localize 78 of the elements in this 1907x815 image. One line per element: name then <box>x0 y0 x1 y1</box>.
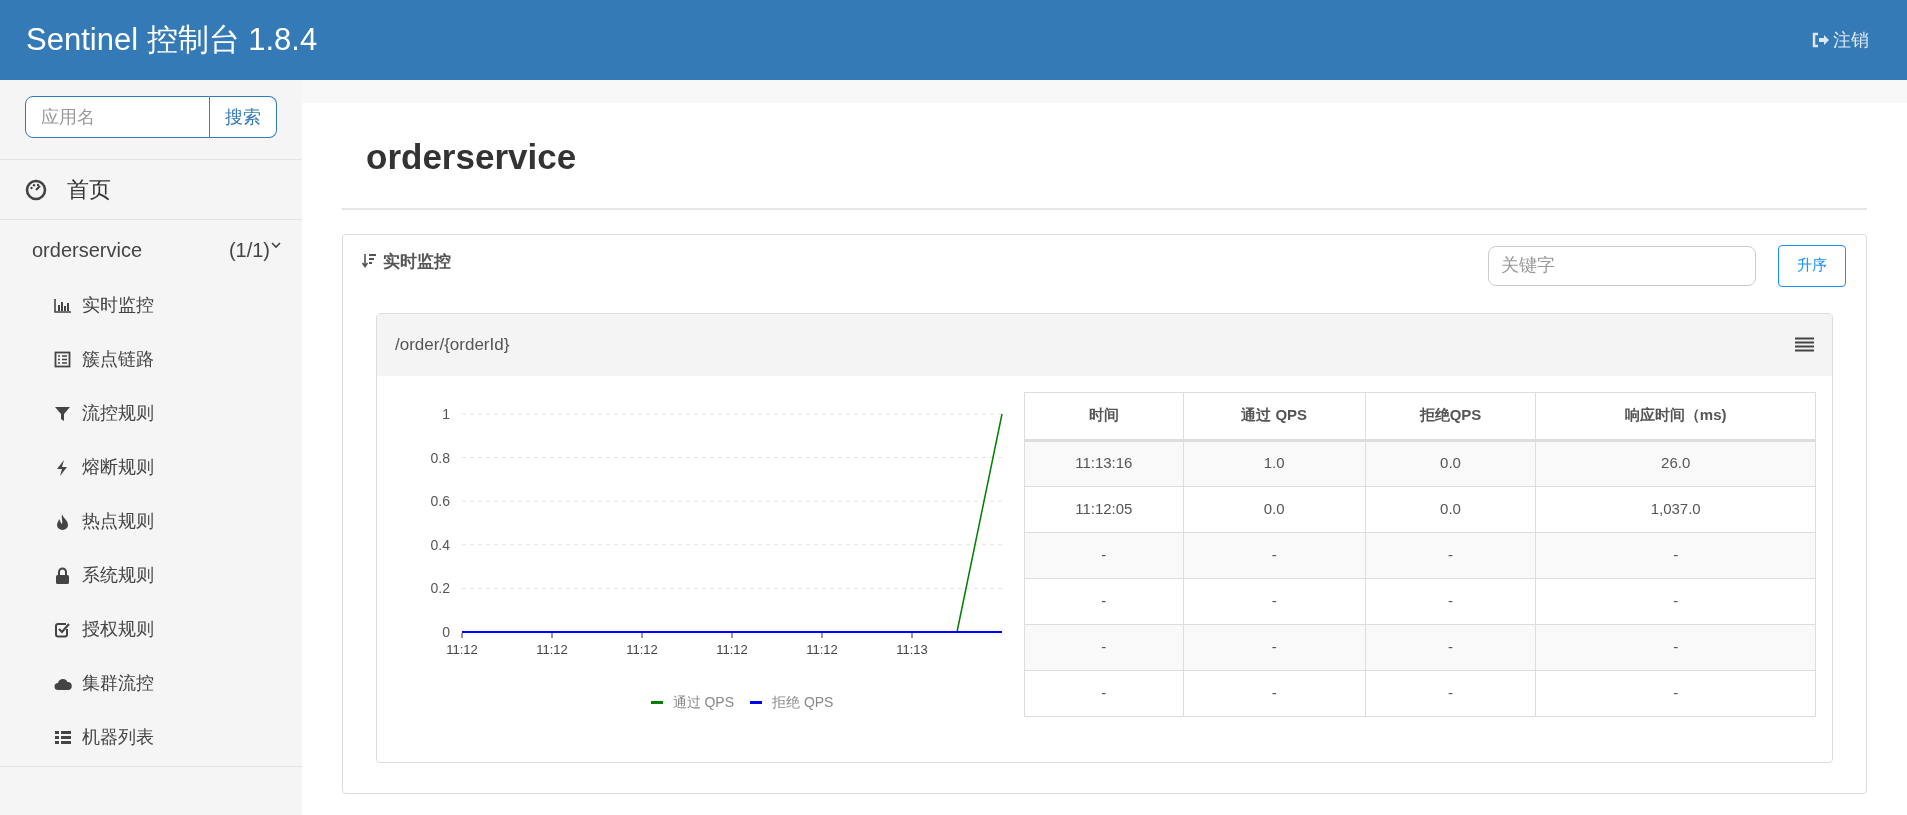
table-cell: - <box>1365 624 1536 670</box>
sidebar-menu-item[interactable]: 熔断规则 <box>0 440 302 494</box>
x-tick-mark <box>731 632 733 638</box>
x-tick-mark <box>821 632 823 638</box>
sidebar-menu-item[interactable]: 实时监控 <box>0 278 302 332</box>
table-cell: - <box>1183 578 1366 624</box>
instance-count: (1/1) <box>228 238 270 263</box>
x-tick-label: 11:12 <box>626 641 658 657</box>
table-cell: - <box>1365 532 1536 578</box>
x-tick-label: 11:13 <box>896 641 928 657</box>
table-list-icon <box>54 728 72 746</box>
table-cell: 0.0 <box>1365 440 1536 486</box>
column-header: 时间 <box>1024 392 1184 440</box>
column-header: 通过 QPS <box>1183 392 1366 440</box>
x-tick-mark <box>461 632 463 638</box>
x-tick-label: 11:12 <box>446 641 478 657</box>
table-cell: - <box>1365 670 1536 716</box>
column-header: 响应时间（ms) <box>1535 392 1816 440</box>
app-title: Sentinel 控制台 1.8.4 <box>26 20 318 59</box>
menu-icon[interactable] <box>1795 337 1814 352</box>
app-menu-item[interactable]: orderservice (1/1) <box>0 222 302 278</box>
table-cell: 0.0 <box>1365 486 1536 532</box>
y-tick-label: 0.8 <box>430 449 450 466</box>
sidebar-menu-item[interactable]: 集群流控 <box>0 656 302 710</box>
y-tick-label: 0.4 <box>430 536 450 553</box>
sidebar-menu-item[interactable]: 流控规则 <box>0 386 302 440</box>
page-title: orderservice <box>365 136 578 178</box>
table-cell: - <box>1024 624 1184 670</box>
logout-icon <box>1811 32 1829 48</box>
legend-item[interactable]: 通过 QPS <box>650 691 734 713</box>
x-tick-label: 11:12 <box>536 641 568 657</box>
sidebar-menu-item[interactable]: 簇点链路 <box>0 332 302 386</box>
keyword-field[interactable]: 关键字 <box>1488 245 1756 286</box>
legend-item[interactable]: 拒绝 QPS <box>750 691 834 713</box>
dashboard-icon <box>25 178 47 201</box>
table-cell: - <box>1183 624 1366 670</box>
search-button[interactable]: 搜索 <box>210 96 277 138</box>
y-tick-label: 0.2 <box>430 579 450 596</box>
table-cell: - <box>1535 624 1816 670</box>
table-cell: - <box>1024 532 1184 578</box>
app-search-field[interactable]: 应用名 <box>25 96 210 138</box>
resource-name: /order/{orderId} <box>395 333 510 356</box>
y-tick-label: 0 <box>442 623 450 640</box>
table-cell: 0.0 <box>1183 486 1366 532</box>
table-cell: - <box>1365 578 1536 624</box>
x-tick-label: 11:12 <box>716 641 748 657</box>
table-cell: 11:13:16 <box>1024 440 1184 486</box>
x-tick-mark <box>551 632 553 638</box>
y-tick-label: 0.6 <box>430 492 450 509</box>
panel-title: 实时监控 <box>383 250 451 273</box>
lock-icon <box>54 566 72 584</box>
x-tick-mark <box>641 632 643 638</box>
list-icon <box>54 350 72 368</box>
table-cell: - <box>1535 532 1816 578</box>
checkbox-icon <box>54 620 72 638</box>
table-cell: 1,037.0 <box>1535 486 1816 532</box>
sort-icon <box>362 253 377 270</box>
column-header: 拒绝QPS <box>1365 392 1536 440</box>
table-cell: 1.0 <box>1183 440 1366 486</box>
x-tick-mark <box>911 632 913 638</box>
sidebar-menu-item[interactable]: 热点规则 <box>0 494 302 548</box>
logout-link[interactable]: 注销 <box>1811 26 1869 54</box>
table-cell: - <box>1024 670 1184 716</box>
table-cell: 11:12:05 <box>1024 486 1184 532</box>
table-cell: - <box>1024 578 1184 624</box>
sidebar-menu-item[interactable]: 机器列表 <box>0 710 302 764</box>
table-cell: - <box>1535 578 1816 624</box>
table-cell: - <box>1183 670 1366 716</box>
table-cell: 26.0 <box>1535 440 1816 486</box>
filter-icon <box>54 404 72 422</box>
x-tick-label: 11:12 <box>806 641 838 657</box>
bar-chart-icon <box>54 296 72 314</box>
y-tick-label: 1 <box>442 405 450 422</box>
table-cell: - <box>1183 532 1366 578</box>
sidebar-menu-item[interactable]: 授权规则 <box>0 602 302 656</box>
sidebar-menu-item[interactable]: 系统规则 <box>0 548 302 602</box>
table-cell: - <box>1535 670 1816 716</box>
app-name: orderservice <box>32 238 143 263</box>
